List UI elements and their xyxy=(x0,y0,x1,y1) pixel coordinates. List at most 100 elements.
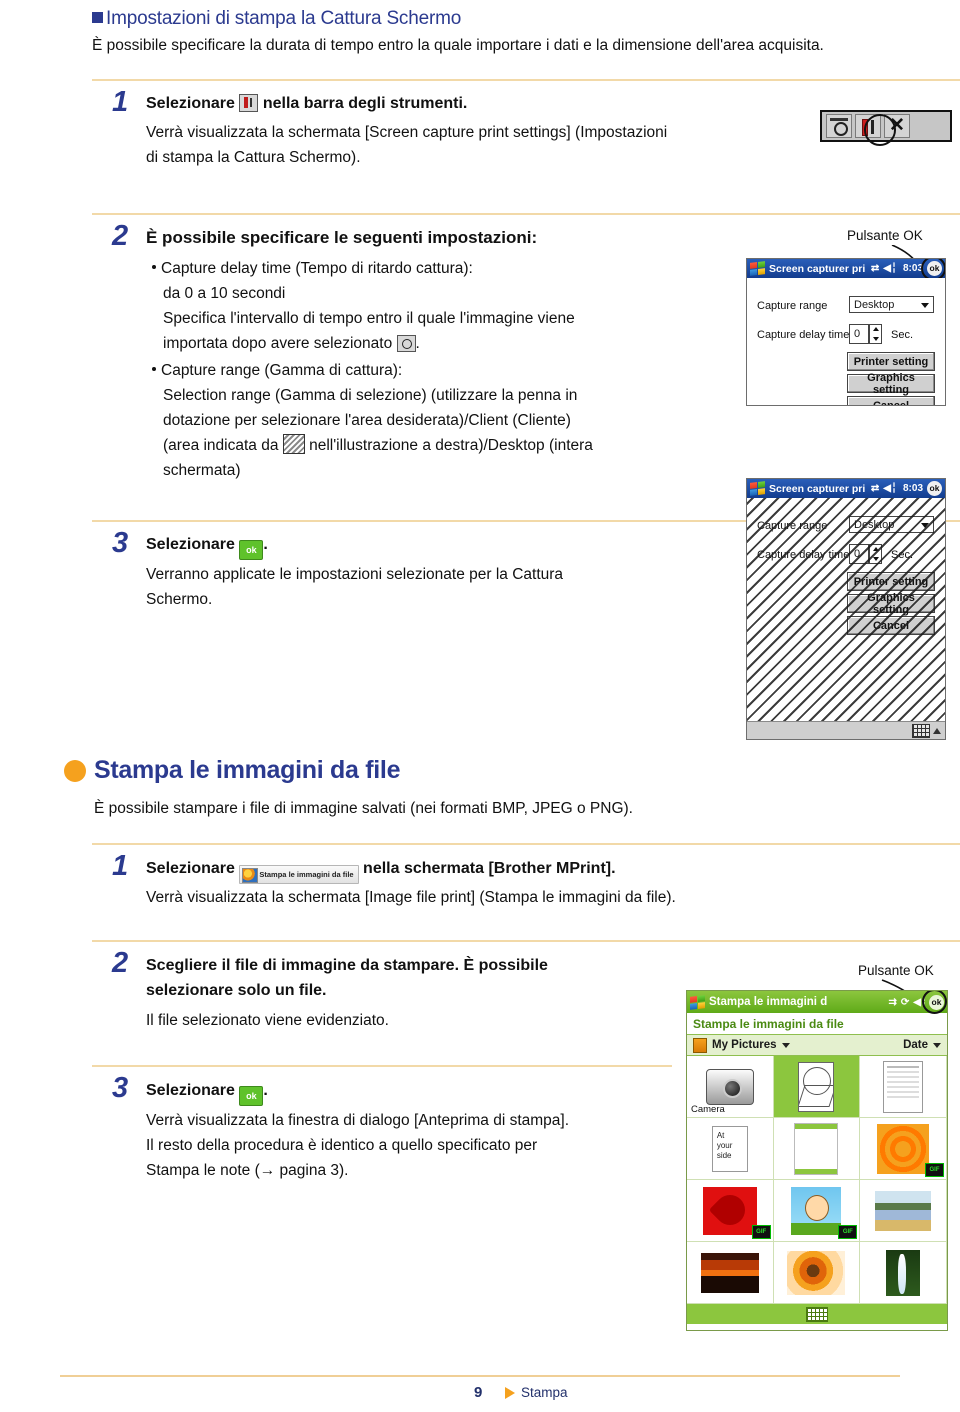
step-2-bullet-1-line-4: importata dopo avere selezionato . xyxy=(163,331,420,356)
imagefile-section-heading: Stampa le immagini da file xyxy=(94,756,401,784)
rotate-icon: ⟳ xyxy=(900,996,910,1008)
thumbnail-image-red-heart xyxy=(702,1186,757,1235)
thumbnail-cell-sunflower-macro[interactable] xyxy=(773,1242,861,1304)
step-1-title-part-a: Selezionare xyxy=(146,95,235,112)
label-capture-delay-2: Capture delay time xyxy=(757,549,850,561)
keyboard-icon[interactable] xyxy=(912,723,930,738)
button-graphics-setting-2[interactable]: Graphics setting xyxy=(847,592,935,616)
thumbnail-image-sunflower-macro xyxy=(787,1250,846,1295)
select-capture-range-value-2: Desktop xyxy=(854,518,895,531)
input-capture-delay[interactable]: 0 xyxy=(849,324,869,344)
image-file-print-button-label: Stampa le immagini da file xyxy=(259,870,354,879)
ifp-sort-label: Date xyxy=(903,1039,928,1051)
step-2-bullet-1-line-2: da 0 a 10 secondi xyxy=(163,285,286,302)
thumbnail-cell-cartoon-face[interactable]: GIF xyxy=(773,1180,861,1242)
if-step-2-body-line-1: Il file selezionato viene evidenziato. xyxy=(146,1012,389,1029)
if-step-3-title-b: . xyxy=(263,1082,268,1099)
pda-clock: 8:03 xyxy=(902,263,923,274)
thumbnail-cell-waterfall[interactable] xyxy=(860,1242,947,1304)
label-sec-unit: Sec. xyxy=(891,329,914,341)
thumbnail-image-Camera xyxy=(705,1068,754,1105)
if-step-1-body-line-1: Verrà visualizzata la schermata [Image f… xyxy=(146,889,676,906)
thumbnail-cell-red-heart[interactable]: GIF xyxy=(687,1180,774,1242)
volume-icon: ◀╎ xyxy=(883,263,897,274)
connectivity-icon-2: ⇄ xyxy=(870,483,880,494)
connectivity-icon: ⇄ xyxy=(870,263,880,274)
if-step-3-body-line-3: Stampa le note (→ pagina 3). xyxy=(146,1162,349,1179)
pda-titlebar-2: Screen capturer pri ⇄ ◀╎ 8:03 ok xyxy=(747,479,945,498)
toolbar-camera-icon xyxy=(826,114,852,138)
pda-form-body: Capture range Desktop Capture delay time… xyxy=(747,278,945,405)
bullet-2-line4-a: (area indicata da xyxy=(163,437,279,454)
chevron-up-icon[interactable] xyxy=(933,727,941,734)
stepper-capture-delay[interactable] xyxy=(869,324,882,344)
button-graphics-setting[interactable]: Graphics setting xyxy=(847,372,935,396)
keyboard-icon-2[interactable] xyxy=(806,1306,828,1322)
label-capture-range: Capture range xyxy=(757,300,828,312)
input-capture-delay-value: 0 xyxy=(854,328,861,340)
thumbnail-cell-geometry-drawing[interactable] xyxy=(773,1056,861,1118)
chevron-down-icon-folder[interactable] xyxy=(781,1042,790,1048)
stepper-capture-delay-2[interactable] xyxy=(869,544,882,564)
step-3-title-part-b: . xyxy=(263,536,268,553)
step-2-bullet-2-line-5: schermata) xyxy=(163,462,241,479)
thumbnail-cell-lake-landscape[interactable] xyxy=(860,1180,947,1242)
if-step-2-title-line-1: Scegliere il file di immagine da stampar… xyxy=(146,957,548,974)
gif-badge-icon: GIF xyxy=(924,1163,944,1177)
thumbnail-cell-at-your-side-card[interactable]: At your side xyxy=(687,1118,774,1180)
thumbnail-image-document-scan xyxy=(883,1060,924,1113)
page-section-title: Impostazioni di stampa la Cattura Scherm… xyxy=(92,8,461,30)
step-number-3: 3 xyxy=(112,527,129,559)
pda-titlebar-3: Stampa le immagini d ⇉ ⟳ ◀╎ ok xyxy=(687,991,947,1013)
button-printer-setting-2[interactable]: Printer setting xyxy=(847,572,935,591)
ifp-thumbnail-grid: Camera At your side GIF GIF GIF xyxy=(687,1056,947,1304)
windows-logo-icon-2 xyxy=(750,481,765,496)
gif-badge-icon: GIF xyxy=(838,1225,858,1239)
input-capture-delay-2[interactable]: 0 xyxy=(849,544,869,564)
thumbnail-image-cartoon-face xyxy=(791,1186,842,1235)
square-bullet-icon xyxy=(92,12,103,23)
chevron-down-icon-sort[interactable] xyxy=(933,1042,941,1048)
divider-2 xyxy=(92,213,960,215)
thumbnail-image-lake-landscape xyxy=(875,1190,932,1231)
bullet-2-text: Capture range (Gamma di cattura): xyxy=(161,362,403,379)
pda-ok-button-2[interactable]: ok xyxy=(927,481,942,496)
button-printer-setting[interactable]: Printer setting xyxy=(847,352,935,371)
step-3-body-line-2: Schermo. xyxy=(146,591,213,608)
thumbnail-image-desert-sunset xyxy=(700,1252,759,1293)
thumbnail-cell-orange-rings[interactable]: GIF xyxy=(860,1118,947,1180)
thumbnail-cell-form-page[interactable] xyxy=(773,1118,861,1180)
image-file-print-button-icon: Stampa le immagini da file xyxy=(239,865,359,884)
thumbnail-cell-desert-sunset[interactable] xyxy=(687,1242,774,1304)
step-2-bullet-1-line-3: Specifica l'intervallo di tempo entro il… xyxy=(163,310,575,327)
select-capture-range[interactable]: Desktop xyxy=(849,296,934,313)
step-3-body-line-1: Verranno applicate le impostazioni selez… xyxy=(146,566,564,583)
button-cancel[interactable]: Cancel xyxy=(847,396,935,405)
step-2-bullet-1-line-1: Capture delay time (Tempo di ritardo cat… xyxy=(152,256,473,281)
sync-icon: ⇉ xyxy=(888,996,897,1008)
highlight-circle-ok-2 xyxy=(922,991,947,1014)
windows-logo-icon xyxy=(750,261,765,276)
imagefile-section-intro: È possibile stampare i file di immagine … xyxy=(94,800,633,817)
button-cancel-2[interactable]: Cancel xyxy=(847,616,935,635)
if-step-3-title-a: Selezionare xyxy=(146,1082,235,1099)
thumbnail-image-at-your-side-card: At your side xyxy=(711,1125,748,1172)
thumbnail-cell-Camera[interactable]: Camera xyxy=(687,1056,774,1118)
hatched-area-icon xyxy=(282,434,305,454)
step-1-title-part-b: nella barra degli strumenti. xyxy=(262,95,468,112)
if-step-1-title-a: Selezionare xyxy=(146,860,235,877)
label-capture-delay: Capture delay time xyxy=(757,329,850,341)
thumbnail-cell-document-scan[interactable] xyxy=(860,1056,947,1118)
footer-divider xyxy=(60,1375,900,1377)
thumbnail-image-form-page xyxy=(794,1122,839,1175)
step-2-title: È possibile specificare le seguenti impo… xyxy=(146,228,538,247)
if-step-1-title-b: nella schermata [Brother MPrint]. xyxy=(363,860,616,877)
step-1-title: Selezionare nella barra degli strumenti. xyxy=(146,93,467,115)
select-capture-range-2[interactable]: Desktop xyxy=(849,516,934,533)
ifp-folder-label: My Pictures xyxy=(712,1039,777,1051)
bullet-dot-icon xyxy=(152,265,156,269)
divider-6 xyxy=(92,1065,672,1067)
select-capture-range-value: Desktop xyxy=(854,298,895,311)
highlight-circle-tools xyxy=(864,114,896,146)
callout-ok-button-1: Pulsante OK xyxy=(847,228,923,243)
